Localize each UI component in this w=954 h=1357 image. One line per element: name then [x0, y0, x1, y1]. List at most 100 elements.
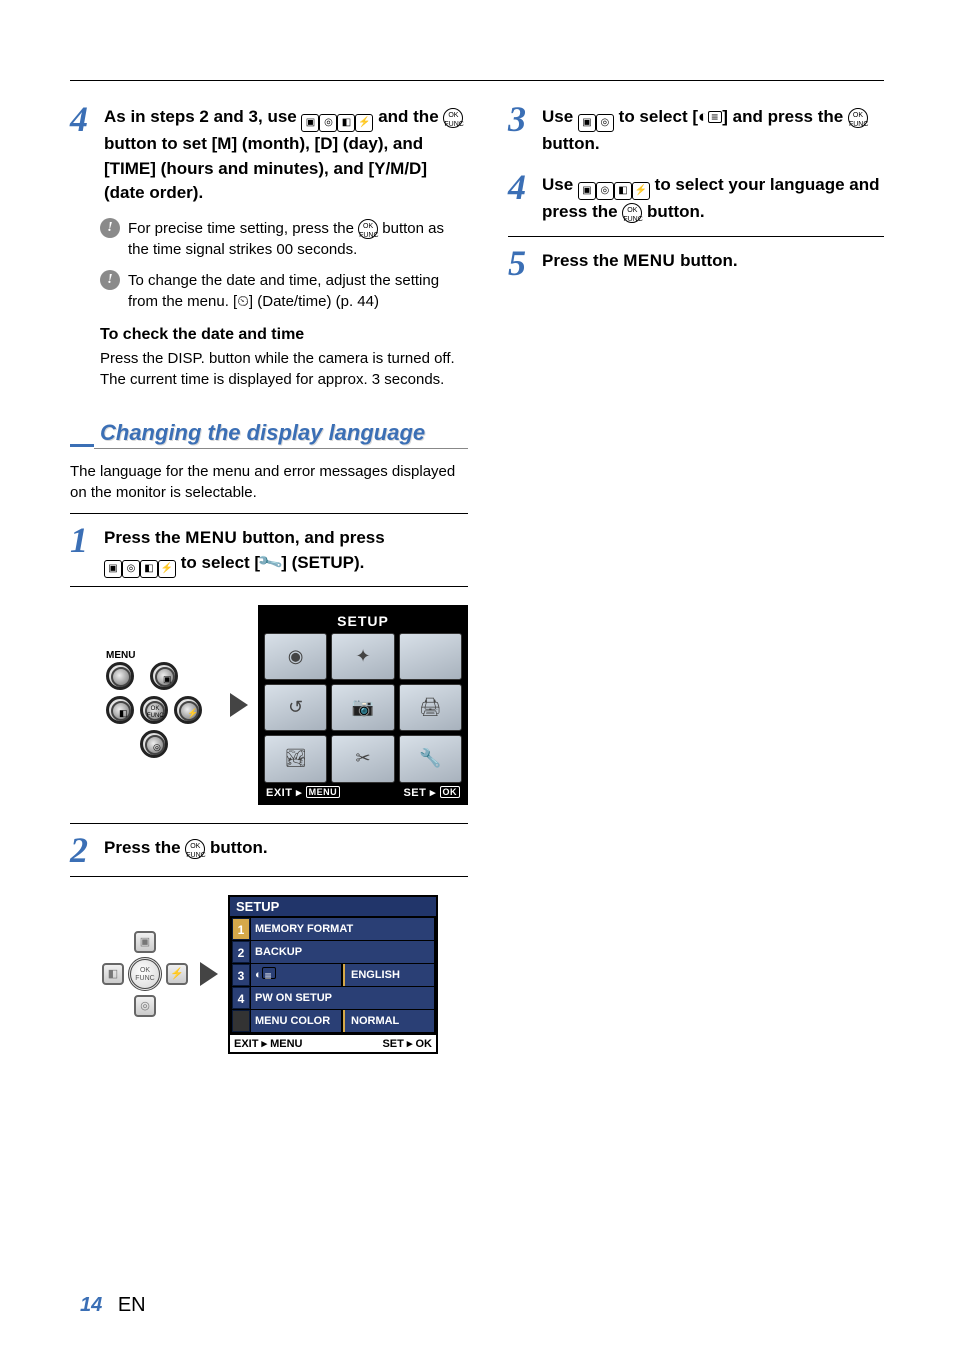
menu-button-label: MENU	[185, 528, 237, 547]
dpad-right-icon: ⚡	[166, 963, 188, 985]
arrow-up-icon: ▣	[301, 114, 319, 132]
setup-cell	[399, 633, 462, 680]
tip-bullet-icon: !	[100, 218, 120, 238]
text: Press the	[104, 528, 185, 547]
step-text: Use ▣◎ to select [◐] and press the OKFUN…	[542, 101, 884, 157]
arrow-up-icon: ▣	[104, 560, 122, 578]
left-ring-icon: ◧	[106, 696, 134, 724]
step-number: 3	[508, 101, 536, 157]
right-step-3: 3 Use ▣◎ to select [◐] and press the OKF…	[508, 101, 884, 157]
text: to select [	[181, 553, 260, 572]
setup-title: SETUP	[264, 611, 462, 633]
step-number: 4	[508, 169, 536, 225]
page-lang: EN	[118, 1294, 146, 1316]
setup-cell: ◉	[264, 633, 327, 680]
text: Use	[542, 175, 578, 194]
list-icon	[262, 967, 276, 979]
heading-accent-bar	[70, 444, 94, 447]
arrow-up-icon: ▣	[578, 182, 596, 200]
arrow-right-icon: ⚡	[158, 560, 176, 578]
arrow-up-icon: ▣	[578, 114, 596, 132]
ok-func-icon: OKFUNC	[848, 108, 868, 128]
figure-controls-to-setup: MENU ▣ ◧ OKFUNC ⚡ ◎ SETUP ◉ ✦ ↺ 📷 🖨 🏞	[100, 605, 468, 805]
tip-text: To change the date and time, adjust the …	[128, 270, 468, 312]
check-date-heading: To check the date and time	[100, 326, 468, 344]
figure-dpad-to-list: ▣ ◎ ◧ ⚡ OKFUNC SETUP 1 MEMORY FORMAT 2 B…	[100, 895, 468, 1054]
arrow-left-icon: ◧	[614, 182, 632, 200]
left-step-4: 4 As in steps 2 and 3, use ▣◎◧⚡ and the …	[70, 101, 468, 206]
arrow-down-icon: ◎	[596, 114, 614, 132]
left-step-1: 1 Press the MENU button, and press ▣◎◧⚡ …	[70, 513, 468, 587]
menu-label: MENU	[106, 650, 135, 661]
text: ] and press the	[722, 107, 848, 126]
row-label: MEMORY FORMAT	[251, 918, 434, 940]
step-text: Use ▣◎◧⚡ to select your language and pre…	[542, 169, 884, 225]
globe-icon: ◐	[255, 969, 262, 981]
step-number: 5	[508, 245, 536, 281]
exit-label: EXIT ▸ MENU	[234, 1037, 302, 1050]
text: ] (SETUP).	[281, 553, 364, 572]
section-heading: Changing the display language	[94, 420, 468, 449]
setup-footer: EXIT ▸ MENU SET ▸ OK	[264, 783, 462, 799]
left-step-2: 2 Press the OKFUNC button.	[70, 823, 468, 877]
section-heading-wrap: Changing the display language	[70, 420, 468, 449]
text: button to set [M] (month), [D] (day), an…	[104, 134, 427, 202]
right-step-5: 5 Press the MENU button.	[508, 236, 884, 289]
list-icon	[708, 111, 722, 123]
tip-text: For precise time setting, press the OKFU…	[128, 218, 468, 260]
step-number: 2	[70, 832, 98, 868]
set-label: SET ▸ OK	[382, 1037, 432, 1050]
tip-bullet-icon: !	[100, 270, 120, 290]
text: button.	[680, 251, 738, 270]
row-value: NORMAL	[343, 1010, 434, 1032]
ok-func-icon: OKFUNC	[185, 839, 205, 859]
setup-cell: 🔧	[399, 735, 462, 782]
row-label: BACKUP	[251, 941, 434, 963]
arrow-down-icon: ◎	[319, 114, 337, 132]
dpad-down-icon: ◎	[134, 995, 156, 1017]
setup-cell: ✦	[331, 633, 394, 680]
page-footer: 14 EN	[80, 1294, 146, 1317]
setup-cell: 📷	[331, 684, 394, 731]
row-num: 4	[232, 987, 250, 1009]
up-ring-icon: ▣	[150, 662, 178, 690]
ok-func-icon: OKFUNC	[358, 219, 378, 239]
text: Press the	[104, 838, 185, 857]
text: ] (Date/time) (p. 44)	[249, 293, 379, 310]
step-text: Press the MENU button, and press ▣◎◧⚡ to…	[104, 522, 385, 578]
down-ring-icon: ◎	[140, 730, 168, 758]
set-label: SET ▸ OK	[403, 786, 460, 799]
clock-icon: ⏲	[237, 293, 249, 310]
control-wheel-diagram: MENU ▣ ◧ OKFUNC ⚡ ◎	[100, 650, 220, 760]
row-num: 3	[232, 964, 250, 986]
ok-func-icon: OKFUNC	[622, 203, 642, 223]
text: and the	[378, 107, 443, 126]
dpad-left-icon: ◧	[102, 963, 124, 985]
ok-func-icon: OKFUNC	[443, 108, 463, 128]
list-item: 3 ◐ ENGLISH	[232, 964, 434, 986]
right-column: 3 Use ▣◎ to select [◐] and press the OKF…	[508, 101, 884, 1072]
list-item: 1 MEMORY FORMAT	[232, 918, 434, 940]
row-num	[232, 1010, 250, 1032]
text: For precise time setting, press the	[128, 220, 358, 237]
right-ring-icon: ⚡	[174, 696, 202, 724]
row-num: 1	[232, 918, 250, 940]
arrow-left-icon: ◧	[337, 114, 355, 132]
setup-cell: 🏞	[264, 735, 327, 782]
menu-button-label: MENU	[623, 251, 675, 270]
arrow-right-icon	[200, 962, 218, 986]
menu-ring-icon	[106, 662, 134, 690]
check-date-body: Press the DISP. button while the camera …	[100, 348, 468, 390]
step-text: Press the MENU button.	[542, 245, 738, 281]
text: button, and press	[242, 528, 385, 547]
arrow-right-icon	[230, 693, 248, 717]
arrow-left-icon: ◧	[140, 560, 158, 578]
text: As in steps 2 and 3, use	[104, 107, 301, 126]
dpad-diagram: ▣ ◎ ◧ ⚡ OKFUNC	[100, 929, 190, 1019]
setup-list-screenshot: SETUP 1 MEMORY FORMAT 2 BACKUP 3 ◐ ENGLI…	[228, 895, 438, 1054]
setup-list-title: SETUP	[230, 897, 436, 916]
globe-icon: ◐	[698, 107, 708, 126]
text: button.	[542, 134, 600, 153]
exit-label: EXIT ▸ MENU	[266, 786, 340, 799]
setup-cell: ✂	[331, 735, 394, 782]
